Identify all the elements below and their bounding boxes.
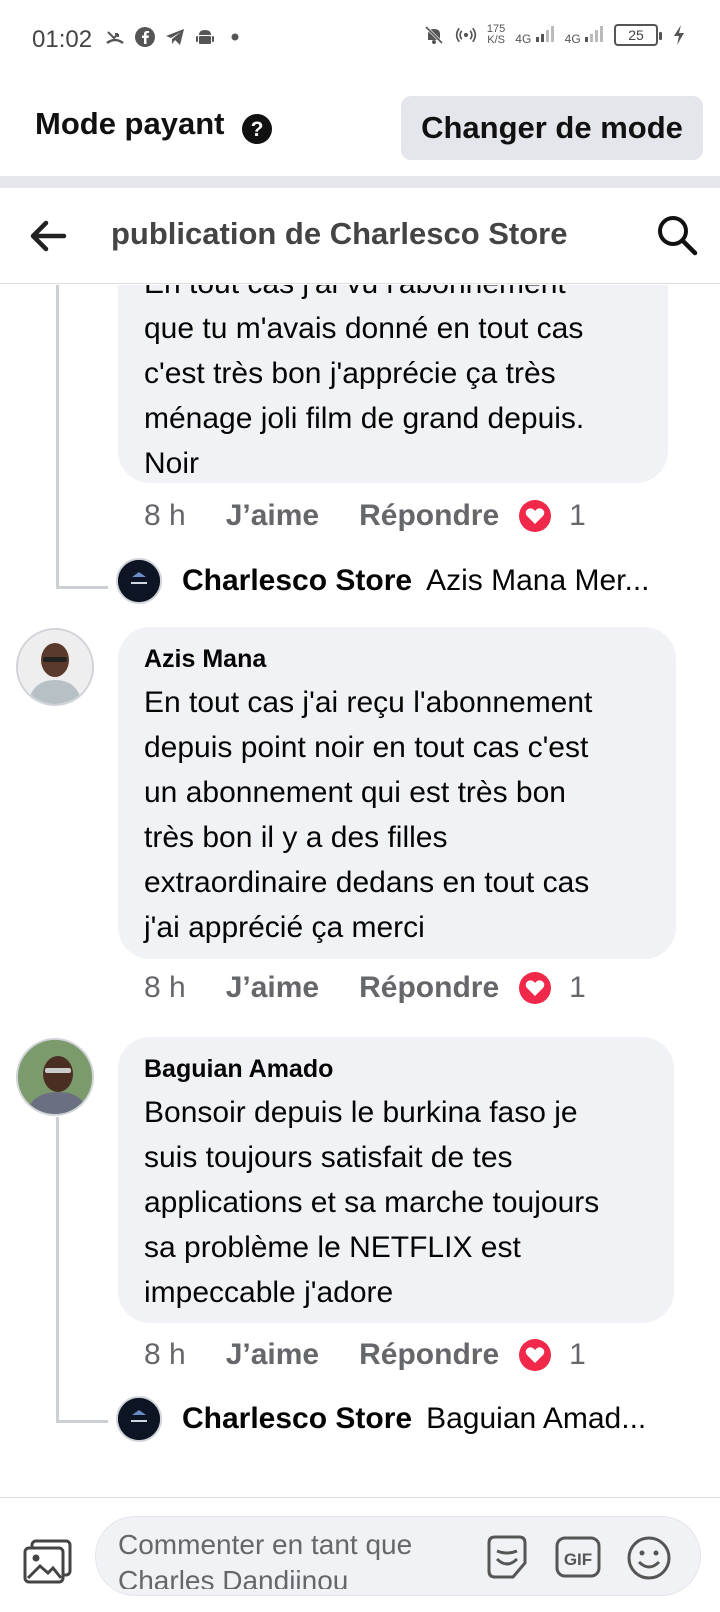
signal-bars-icon [535, 25, 554, 42]
section-divider [0, 176, 720, 188]
back-arrow-icon[interactable] [28, 218, 68, 254]
like-button[interactable]: J’aime [226, 971, 319, 1005]
avatar[interactable] [16, 1038, 94, 1116]
hotspot-icon [455, 24, 477, 46]
reaction-count: 1 [569, 499, 586, 532]
sticker-icon[interactable] [483, 1533, 531, 1581]
reply-snippet: Baguian Amad... [426, 1402, 647, 1435]
comment-line: très bon il y a des filles [144, 821, 448, 854]
page-avatar[interactable] [116, 1396, 162, 1442]
comment-line: applications et sa marche toujours [144, 1186, 600, 1219]
reply-preview[interactable]: Charlesco Store Baguian Amad... [182, 1402, 646, 1436]
photo-icon[interactable] [22, 1538, 74, 1586]
placeholder-line: Charles Dandjinou [118, 1565, 349, 1589]
comment-line: que tu m'avais donné en tout cas [144, 312, 584, 345]
comment-bubble[interactable]: Baguian Amado Bonsoir depuis le burkina … [118, 1037, 674, 1323]
charging-icon [668, 24, 690, 46]
comment-text: Bonsoir depuis le burkina faso je suis t… [144, 1090, 648, 1315]
reply-button[interactable]: Répondre [359, 499, 499, 533]
reply-button[interactable]: Répondre [359, 971, 499, 1005]
network-type-2: 4G [564, 31, 581, 46]
comment-input[interactable]: Commenter en tant que Charles Dandjinou … [95, 1516, 701, 1596]
comment-author[interactable]: Azis Mana [144, 645, 650, 674]
comment-actions: 8 h J’aime Répondre 1 [144, 971, 586, 1005]
comment-actions: 8 h J’aime Répondre 1 [144, 499, 586, 533]
placeholder-line: Commenter en tant que [118, 1529, 413, 1560]
comment-line: En tout cas j'ai vu l'abonnement [144, 285, 642, 306]
comment-line: un abonnement qui est très bon [144, 776, 566, 809]
comment-time[interactable]: 8 h [144, 971, 186, 1005]
reaction-count: 1 [569, 1338, 586, 1371]
search-icon[interactable] [656, 214, 698, 256]
gif-label: GIF [564, 1550, 592, 1569]
android-icon [194, 26, 216, 48]
emoji-icon[interactable] [626, 1535, 672, 1581]
status-bar: 01:02 175 K/S 4G 4G 25 [0, 0, 720, 80]
comment-line: En tout cas j'ai reçu l'abonnement [144, 686, 593, 719]
reaction-count: 1 [569, 971, 586, 1004]
network-speed: 175 K/S [487, 24, 505, 46]
comment-line: extraordinaire dedans en tout cas [144, 866, 590, 899]
speed-unit: K/S [487, 34, 505, 46]
reply-preview[interactable]: Charlesco Store Azis Mana Mer... [182, 564, 650, 598]
status-system-icons: 175 K/S 4G 4G 25 [423, 24, 690, 46]
missed-call-icon [104, 26, 126, 48]
comment-line: impeccable j'adore [144, 1276, 394, 1309]
comment-line: j'ai apprécié ça merci [144, 911, 425, 944]
dot-icon [224, 26, 246, 48]
comment-bubble[interactable]: En tout cas j'ai vu l'abonnement que tu … [118, 285, 668, 483]
comment-author[interactable]: Baguian Amado [144, 1055, 648, 1084]
comment-line: c'est très bon j'apprécie ça très [144, 357, 556, 390]
comment-line: sa problème le NETFLIX est [144, 1231, 521, 1264]
like-button[interactable]: J’aime [226, 1338, 319, 1372]
reply-author: Charlesco Store [182, 1402, 413, 1435]
facebook-icon [134, 26, 156, 48]
avatar[interactable] [16, 628, 94, 706]
post-header: publication de Charlesco Store [0, 188, 720, 284]
mute-bell-icon [423, 24, 445, 46]
thread-branch [56, 586, 108, 589]
reply-author: Charlesco Store [182, 564, 413, 597]
gif-icon[interactable]: GIF [554, 1535, 602, 1579]
comment-text: En tout cas j'ai reçu l'abonnement depui… [144, 680, 650, 950]
comment-time[interactable]: 8 h [144, 499, 186, 533]
comment-line: Bonsoir depuis le burkina faso je [144, 1096, 578, 1129]
thread-line [56, 285, 59, 589]
comment-composer: Commenter en tant que Charles Dandjinou … [0, 1497, 720, 1612]
thread-line [56, 1117, 59, 1422]
change-mode-button[interactable]: Changer de mode [401, 96, 703, 160]
reply-snippet: Azis Mana Mer... [426, 564, 650, 597]
comment-text: En tout cas j'ai vu l'abonnement que tu … [144, 285, 642, 486]
signal-1: 4G [515, 25, 554, 46]
comment-line: depuis point noir en tout cas c'est [144, 731, 589, 764]
help-icon[interactable]: ? [241, 113, 273, 150]
comment-line: ménage joli film de grand depuis. [144, 402, 585, 435]
page-avatar[interactable] [116, 558, 162, 604]
comment-line: Noir [144, 447, 200, 480]
reply-button[interactable]: Répondre [359, 1338, 499, 1372]
page-title: publication de Charlesco Store [111, 216, 568, 251]
thread-branch [56, 1420, 108, 1423]
battery-icon: 25 [614, 24, 662, 46]
comments-list[interactable]: En tout cas j'ai vu l'abonnement que tu … [0, 285, 720, 1497]
svg-text:?: ? [251, 118, 264, 141]
network-type-1: 4G [515, 31, 532, 46]
comment-time[interactable]: 8 h [144, 1338, 186, 1372]
mode-title: Mode payant [35, 106, 225, 141]
signal-bars-icon [585, 25, 603, 42]
comment-placeholder: Commenter en tant que Charles Dandjinou [118, 1527, 458, 1589]
love-reaction-icon[interactable] [519, 1339, 552, 1371]
telegram-icon [164, 26, 186, 48]
comment-line: suis toujours satisfait de tes [144, 1141, 513, 1174]
like-button[interactable]: J’aime [226, 499, 319, 533]
status-time: 01:02 [32, 26, 93, 53]
status-notification-icons [104, 26, 246, 48]
signal-2: 4G [565, 25, 604, 46]
love-reaction-icon[interactable] [519, 500, 552, 532]
comment-actions: 8 h J’aime Répondre 1 [144, 1338, 586, 1372]
love-reaction-icon[interactable] [519, 972, 552, 1004]
mode-bar: Mode payant Changer de mode [0, 80, 720, 176]
comment-bubble[interactable]: Azis Mana En tout cas j'ai reçu l'abonne… [118, 627, 676, 959]
